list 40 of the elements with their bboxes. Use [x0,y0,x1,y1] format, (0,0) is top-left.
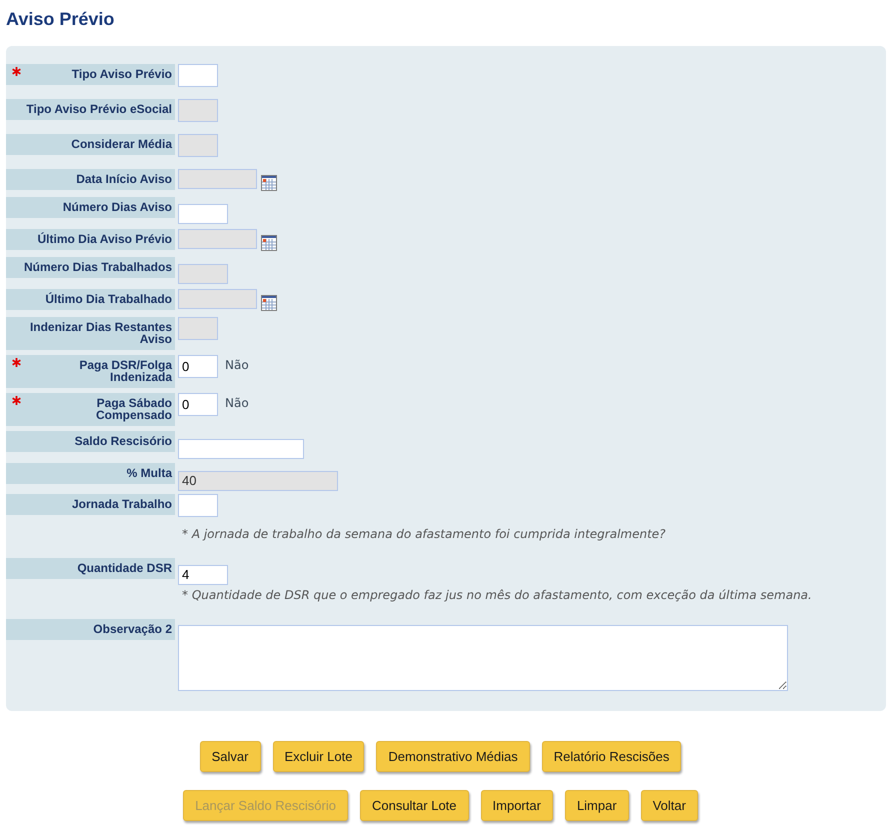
action-button[interactable]: Demonstrativo Médias [376,741,530,772]
action-button[interactable]: Limpar [564,790,629,821]
input-field[interactable] [178,494,218,517]
value-description: Não [225,396,249,410]
field-label: Indenizar Dias Restantes Aviso [28,321,172,345]
action-button[interactable]: Relatório Rescisões [542,741,682,772]
calendar-icon[interactable] [261,235,277,251]
hint-text: * Quantidade de DSR que o empregado faz jus no mês do afastamento, com exceção da última semana. [181,587,812,603]
input-field[interactable]: 0 [178,393,218,416]
action-button[interactable]: Excluir Lote [272,741,364,772]
input-field[interactable] [178,438,304,458]
action-button[interactable]: Salvar [200,741,260,772]
action-button[interactable]: Consultar Lote [360,790,469,821]
calendar-icon[interactable] [261,175,277,191]
field-label: Último Dia Aviso Prévio [36,233,172,245]
textarea-field[interactable] [178,625,788,691]
field-label: Número Dias Aviso [62,201,172,213]
field-label: Número Dias Trabalhados [22,261,172,273]
input-field[interactable] [178,204,228,224]
page-title: Aviso Prévio [6,9,116,29]
field-label: Observação 2 [92,623,172,635]
field-label: Quantidade DSR [76,562,172,574]
action-button[interactable]: Importar [480,790,553,821]
field-label: Jornada Trabalho [70,498,172,510]
input-field[interactable]: 0 [178,355,218,378]
hint-text: * A jornada de trabalho da semana do afastamento foi cumprida integralmente? [181,526,666,542]
field-label: Considerar Média [70,138,172,150]
action-button[interactable]: Voltar [640,790,698,821]
field-label: Tipo Aviso Prévio [70,68,172,80]
calendar-icon[interactable] [261,295,277,311]
field-label: Data Início Aviso [75,173,172,185]
input-field[interactable] [178,64,218,87]
field-label: Saldo Rescisório [74,435,172,447]
field-label: Tipo Aviso Prévio eSocial [25,103,172,115]
field-label: Paga DSR/Folga Indenizada [78,359,172,383]
value-description: Não [225,358,249,372]
field-label: Último Dia Trabalhado [44,293,172,305]
field-label: Paga Sábado Compensado [94,397,172,421]
field-label: % Multa [126,467,172,479]
input-field[interactable]: 4 [178,564,228,584]
